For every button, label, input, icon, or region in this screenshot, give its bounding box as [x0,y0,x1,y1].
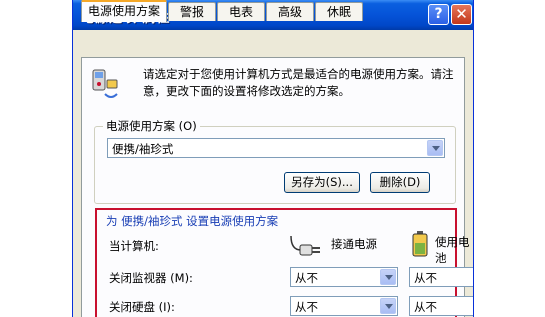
monitor-off-label: 关闭监视器 (M): [109,271,193,285]
battery-icon [412,231,428,257]
ac-power-header: 接通电源 [331,237,377,251]
tab-hibernate[interactable]: 休眠 [315,2,363,21]
help-button[interactable]: ? [428,4,449,25]
harddisk-off-ac-value: 从不 [295,300,318,314]
scheme-group-label: 电源使用方案 (O) [103,118,200,134]
tab-alarms[interactable]: 警报 [168,2,216,21]
harddisk-off-label: 关闭硬盘 (I): [109,300,175,314]
tab-power-schemes[interactable]: 电源使用方案 [81,0,167,22]
harddisk-off-battery-value: 从不 [414,300,437,314]
delete-button[interactable]: 删除(D) [370,172,430,193]
settings-title: 为 便携/袖珍式 设置电源使用方案 [106,214,279,228]
close-button[interactable]: ✕ [451,4,472,25]
chevron-down-icon[interactable] [380,269,396,285]
scheme-select[interactable]: 便携/袖珍式 [107,138,445,158]
power-options-dialog: 电源选项 属性 ? ✕ 电源使用方案 警报 电表 高级 休眠 请选定对于您使用计… [72,0,474,317]
harddisk-off-battery-select[interactable]: 从不 [409,296,473,316]
ac-plug-icon [290,235,320,256]
scheme-select-value: 便携/袖珍式 [112,142,174,156]
monitor-off-ac-select[interactable]: 从不 [290,267,398,287]
save-as-button[interactable]: 另存为(S)... [284,172,360,193]
power-settings-icon [92,69,118,98]
harddisk-off-ac-select[interactable]: 从不 [290,296,398,316]
chevron-down-icon[interactable] [427,140,443,156]
monitor-off-battery-value: 从不 [414,271,437,285]
monitor-off-ac-value: 从不 [295,271,318,285]
battery-header: 使用电池 [435,235,470,265]
chevron-down-icon[interactable] [380,298,396,314]
tab-advanced[interactable]: 高级 [266,2,314,21]
hint-text: 请选定对于您使用计算机方式是最适合的电源使用方案。请注意，更改下面的设置将修改选… [143,67,454,98]
monitor-off-battery-select[interactable]: 从不 [409,267,473,287]
tab-power-meter[interactable]: 电表 [217,2,265,21]
computer-label: 当计算机: [109,239,159,253]
